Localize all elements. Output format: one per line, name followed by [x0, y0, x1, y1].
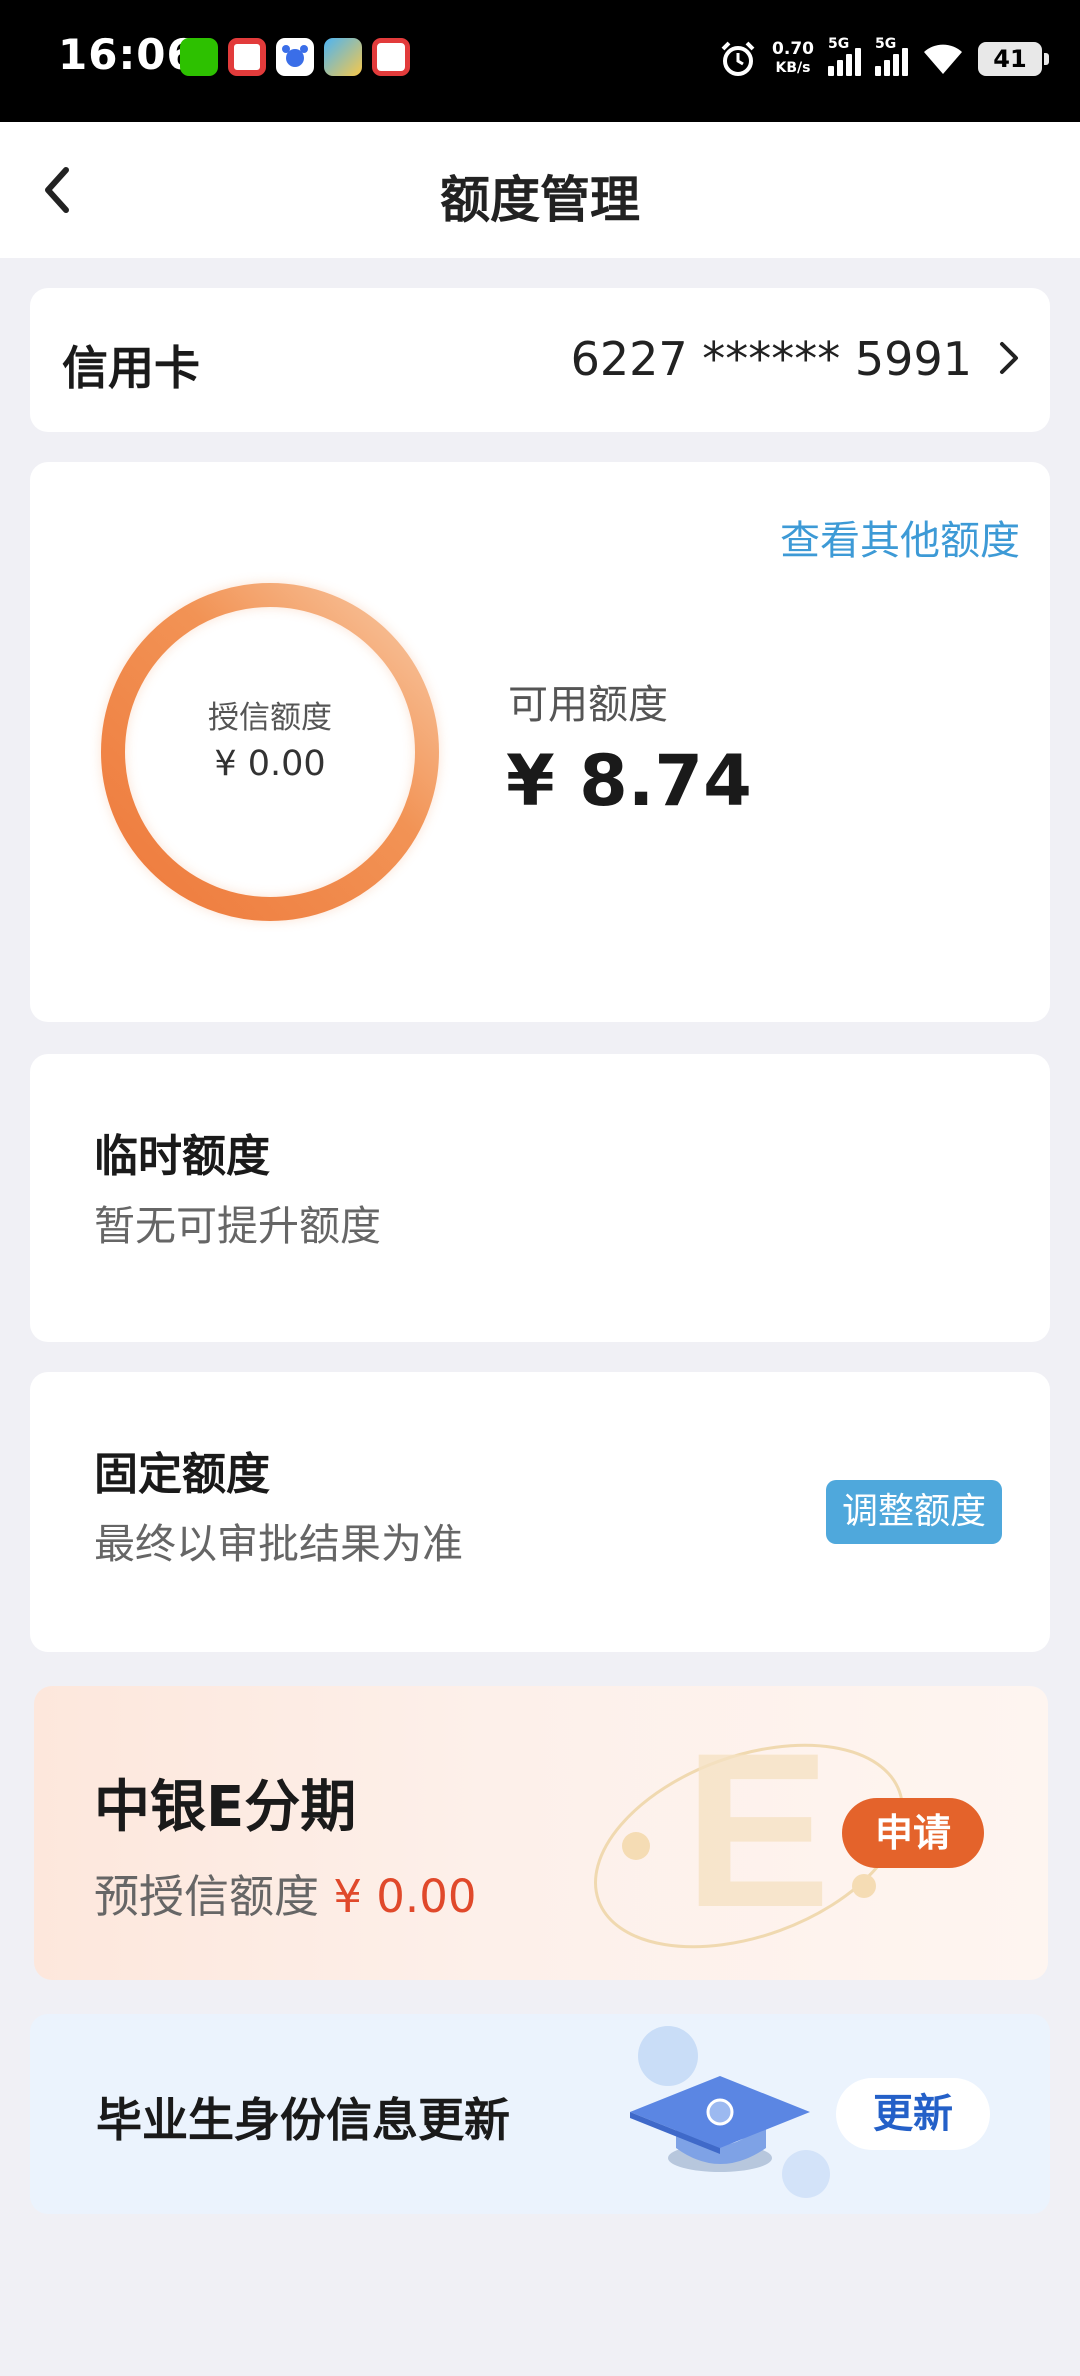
- signal-icon: 5G: [828, 36, 861, 76]
- nav-bar: 额度管理: [0, 122, 1080, 258]
- adjust-limit-button[interactable]: 调整额度: [825, 1480, 1002, 1544]
- status-time: 16:06: [58, 30, 197, 79]
- battery-icon: 41: [978, 42, 1049, 76]
- account-type: 信用卡: [62, 341, 200, 395]
- credit-ring: 授信额度 ¥ 0.00: [90, 572, 450, 932]
- temporary-limit-title: 临时额度: [94, 1131, 270, 1182]
- installment-banner[interactable]: E 中银E分期 预授信额度 ¥ 0.00 申请: [34, 1686, 1048, 1980]
- wechat-icon: [180, 38, 218, 76]
- graduate-update-banner[interactable]: 毕业生身份信息更新 更新: [30, 2014, 1050, 2214]
- fixed-limit-subtitle: 最终以审批结果为准: [94, 1520, 463, 1568]
- chevron-right-icon: [1000, 342, 1018, 374]
- view-other-limits-link[interactable]: 查看其他额度: [780, 508, 1020, 566]
- available-limit-value: ¥ 8.74: [506, 740, 752, 822]
- network-speed: 0.70 KB/s: [772, 39, 814, 77]
- graduate-update-title: 毕业生身份信息更新: [96, 2093, 510, 2147]
- account-number: 6227 ****** 5991: [570, 332, 972, 386]
- available-limit-label: 可用额度: [508, 682, 668, 728]
- credit-limit-label: 授信额度: [208, 700, 332, 736]
- temporary-limit-subtitle: 暂无可提升额度: [94, 1202, 381, 1250]
- map-app-icon: [324, 38, 362, 76]
- fixed-limit-title: 固定额度: [94, 1449, 270, 1500]
- wifi-icon: [924, 44, 962, 74]
- baidu-icon: [276, 38, 314, 76]
- alarm-icon: [721, 41, 755, 76]
- shop-app-icon: [228, 38, 266, 76]
- installment-title: 中银E分期: [94, 1775, 357, 1840]
- pre-credit-label: 预授信额度: [94, 1870, 320, 1923]
- apply-button[interactable]: 申请: [842, 1798, 984, 1868]
- credit-limit-value: ¥ 0.00: [214, 744, 326, 784]
- account-selector[interactable]: 信用卡 6227 ****** 5991: [30, 288, 1050, 432]
- video-app-icon: [372, 38, 410, 76]
- status-bar: 16:06 0.70 KB/s 5G 5G 41: [0, 0, 1080, 122]
- temporary-limit-card[interactable]: 临时额度 暂无可提升额度: [30, 1054, 1050, 1342]
- notification-icons: [180, 38, 410, 76]
- page-title: 额度管理: [440, 171, 640, 229]
- installment-pre-credit: 预授信额度 ¥ 0.00: [94, 1860, 476, 1925]
- pre-credit-value: ¥ 0.00: [333, 1870, 477, 1923]
- limit-card: 查看其他额度 授信额度 ¥ 0.00 可用额度 ¥ 8.74: [30, 462, 1050, 1022]
- update-button[interactable]: 更新: [836, 2078, 990, 2150]
- signal-icon-2: 5G: [875, 36, 908, 76]
- fixed-limit-card: 固定额度 最终以审批结果为准 调整额度: [30, 1372, 1050, 1652]
- graduation-cap-icon: [630, 2026, 830, 2198]
- svg-text:E: E: [684, 1707, 831, 1953]
